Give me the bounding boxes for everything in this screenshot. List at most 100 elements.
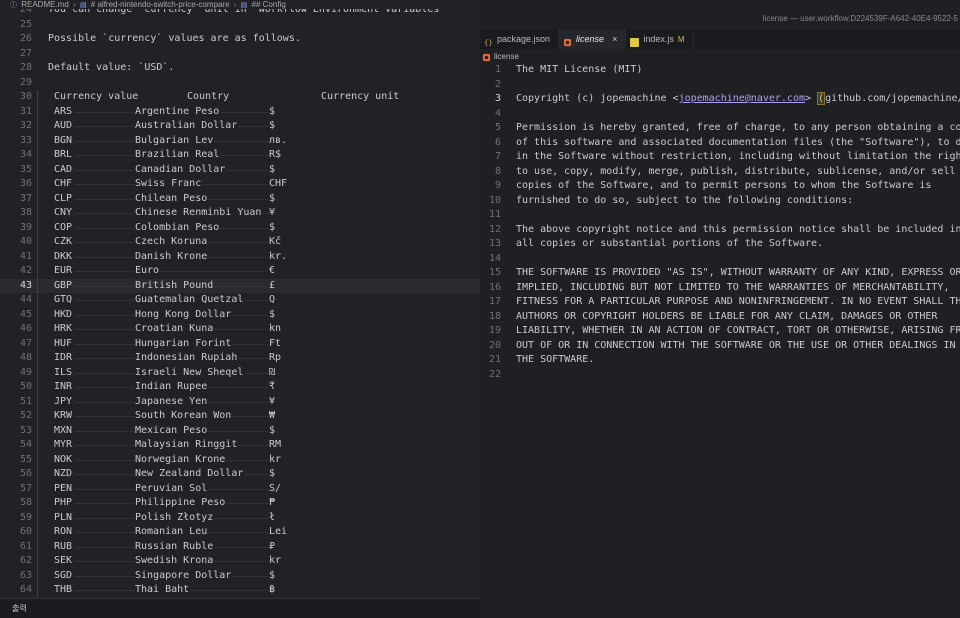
license-editor-content[interactable]: 1 The MIT License (MIT) 2 3 Copyright (c) jo… xyxy=(480,63,960,382)
currency-code: COP xyxy=(54,220,75,235)
line-number: 26 xyxy=(19,33,32,44)
close-icon[interactable]: × xyxy=(612,30,617,49)
line-number: 11 xyxy=(488,209,501,220)
table-row: 64 THB Thai Baht ฿ xyxy=(0,583,480,598)
code-line: 13 all copies or substantial portions of … xyxy=(480,237,960,252)
breadcrumb-file[interactable]: license xyxy=(494,51,519,63)
breadcrumb-subheading[interactable]: ## Config xyxy=(252,0,286,9)
line-text: FITNESS FOR A PARTICULAR PURPOSE AND NON… xyxy=(516,295,960,310)
currency-code: RON xyxy=(54,525,75,540)
line-number: 16 xyxy=(488,281,501,293)
indent-guide xyxy=(37,336,38,351)
code-line: 12 The above copyright notice and this pe… xyxy=(480,223,960,238)
table-row: 38 CNY Chinese Renminbi Yuan ¥ xyxy=(0,206,480,221)
chevron-right-icon: › xyxy=(73,0,76,9)
line-number: 62 xyxy=(19,555,32,566)
readme-editor-content[interactable]: 24 You can change `currency` unit in `Wor… xyxy=(0,3,480,598)
section-icon: ▤ xyxy=(240,2,248,9)
line-number: 46 xyxy=(19,323,32,334)
line-number: 40 xyxy=(19,236,32,247)
currency-unit: $ xyxy=(269,467,278,482)
breadcrumb-file[interactable]: README.md xyxy=(21,0,69,9)
line-text: Copyright (c) jopemachine <jopemachine@n… xyxy=(516,92,960,107)
code-line: 14 xyxy=(480,252,960,267)
currency-code: THB xyxy=(54,583,75,598)
table-row: 56 NZD New Zealand Dollar $ xyxy=(0,467,480,482)
table-row: 63 SGD Singapore Dollar $ xyxy=(0,568,480,583)
line-text: in the Software without restriction, inc… xyxy=(516,150,960,165)
country-name: Guatemalan Quetzal xyxy=(135,293,246,308)
country-name: Romanian Leu xyxy=(135,525,210,540)
indent-guide xyxy=(37,264,38,279)
currency-code: HKD xyxy=(54,307,75,322)
country-name: Malaysian Ringgit xyxy=(135,438,240,453)
line-number: 35 xyxy=(19,163,32,175)
line-text-main: IMPLIED, INCLUDING BUT NOT LIMITED TO TH… xyxy=(516,281,950,293)
table-row: 36 CHF Swiss Franc CHF xyxy=(0,177,480,192)
currency-unit: R$ xyxy=(269,148,284,163)
indent-guide xyxy=(37,423,38,438)
indent-guide xyxy=(37,380,38,395)
line-text: IMPLIED, INCLUDING BUT NOT LIMITED TO TH… xyxy=(516,281,949,296)
indent-guide xyxy=(37,293,38,308)
line-number: 39 xyxy=(19,221,32,233)
currency-code: BRL xyxy=(54,148,75,163)
line-number: 5 xyxy=(494,122,501,133)
currency-unit: ₪ xyxy=(269,365,278,380)
currency-unit: € xyxy=(269,264,278,279)
currency-code: BGN xyxy=(54,133,75,148)
currency-code: CZK xyxy=(54,235,75,250)
line-text: The MIT License (MIT) xyxy=(516,63,642,78)
line-text: The above copyright notice and this perm… xyxy=(516,223,960,238)
line-number: 21 xyxy=(488,354,501,365)
breadcrumb-heading[interactable]: # alfred-nintendo-switch-price-compare xyxy=(91,0,230,9)
header-currency-unit: Currency unit xyxy=(321,91,400,102)
indent-guide xyxy=(37,583,38,598)
line-text: to use, copy, modify, merge, publish, di… xyxy=(516,165,956,180)
code-line: 21 THE SOFTWARE. xyxy=(480,353,960,368)
line-number: 29 xyxy=(19,76,32,88)
currency-unit: лв. xyxy=(269,133,290,148)
indent-guide xyxy=(37,148,38,163)
line-number: 36 xyxy=(19,178,32,189)
currency-unit: ¥ xyxy=(269,206,278,221)
indent-guide xyxy=(37,220,38,235)
code-line: 2 xyxy=(480,78,960,93)
table-row: 46 HRK Croatian Kuna kn xyxy=(0,322,480,337)
currency-unit: ₹ xyxy=(269,380,278,395)
country-name: Euro xyxy=(135,264,162,279)
line-text: LIABILITY, WHETHER IN AN ACTION OF CONTR… xyxy=(516,324,960,339)
country-name: Thai Baht xyxy=(135,583,192,598)
currency-code: JPY xyxy=(54,394,75,409)
line-number: 48 xyxy=(19,352,32,363)
line-number: 60 xyxy=(19,526,32,537)
window-title: license — user.workflow.D224539F-A642-40… xyxy=(762,14,958,23)
email-link[interactable]: jopemachine@naver.com xyxy=(679,93,805,104)
chevron-right-icon: › xyxy=(233,0,237,9)
indent-guide xyxy=(37,365,38,380)
editor-tabs: {} package.json license × index.js M xyxy=(480,30,960,49)
line-number: 10 xyxy=(488,194,501,206)
tab-index-js[interactable]: index.js M xyxy=(626,30,694,49)
currency-code: IDR xyxy=(54,351,75,366)
table-row: 60 RON Romanian Leu Lei xyxy=(0,525,480,540)
line-number: 55 xyxy=(19,453,32,465)
line-number: 43 xyxy=(19,279,32,291)
output-panel-header[interactable]: 출력 xyxy=(0,598,480,618)
line-number: 17 xyxy=(488,296,501,307)
country-name: Croatian Kuna xyxy=(135,322,216,337)
country-name: Czech Koruna xyxy=(135,235,210,250)
indent-guide xyxy=(37,409,38,424)
line-number: 41 xyxy=(19,250,32,262)
currency-code: HRK xyxy=(54,322,75,337)
indent-guide xyxy=(37,394,38,409)
tab-license[interactable]: license × xyxy=(559,30,627,49)
tab-package-json[interactable]: {} package.json xyxy=(480,30,560,49)
currency-code: SGD xyxy=(54,568,75,583)
line-number: 4 xyxy=(494,107,501,119)
line-text-main: THE SOFTWARE IS PROVIDED "AS IS", WITHOU… xyxy=(516,267,960,278)
currency-unit: Ft xyxy=(269,336,284,351)
line-number: 42 xyxy=(19,265,32,276)
currency-unit: CHF xyxy=(269,177,290,192)
indent-guide xyxy=(37,104,38,119)
